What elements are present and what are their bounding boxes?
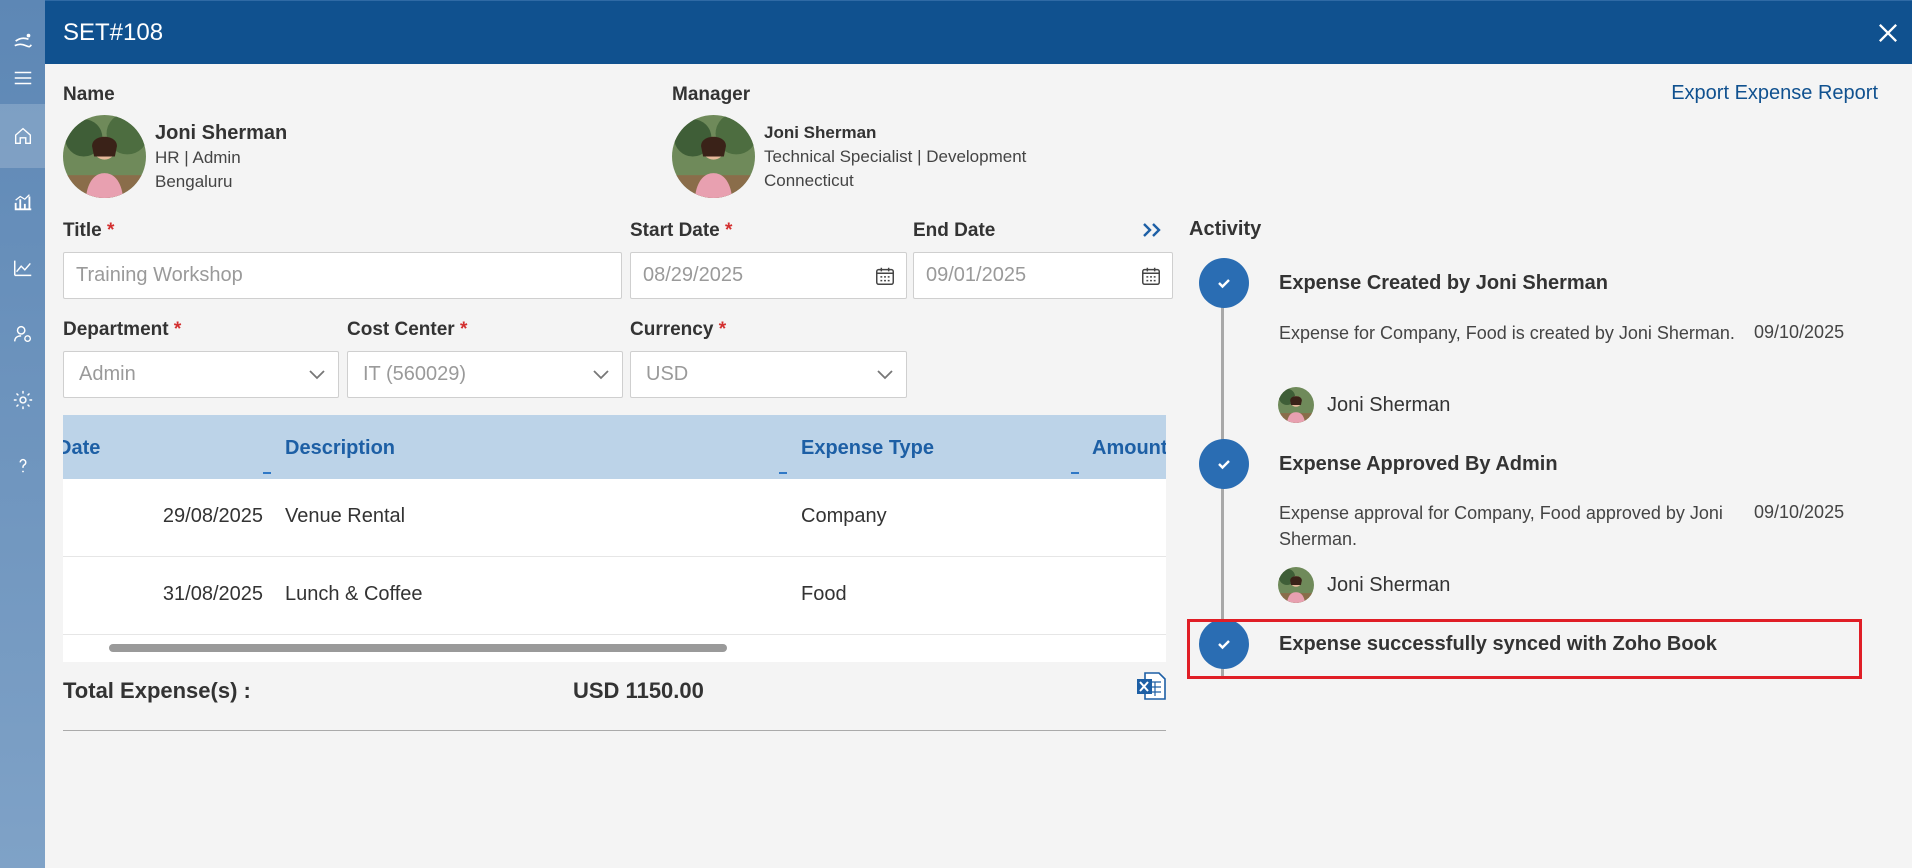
chevron-down-icon [593, 370, 609, 380]
manager-card: Joni Sherman Technical Specialist | Deve… [672, 115, 1026, 198]
activity-step-user: Joni Sherman [1278, 567, 1450, 603]
column-header-expense-type[interactable]: Expense Type [801, 437, 934, 460]
horizontal-scrollbar[interactable] [63, 635, 1166, 662]
logo-icon [0, 28, 45, 56]
calendar-icon[interactable] [1140, 265, 1162, 287]
column-header-date[interactable]: Date [63, 437, 100, 460]
total-expense-label: Total Expense(s) : [63, 678, 251, 703]
cell-date: 29/08/2025 [162, 505, 263, 527]
close-icon[interactable] [1874, 19, 1902, 47]
chevron-down-icon [309, 370, 325, 380]
activity-step-title: Expense Created by Joni Sherman [1279, 272, 1609, 294]
export-expense-report-link[interactable]: Export Expense Report [1671, 82, 1878, 105]
check-icon [1199, 258, 1249, 308]
column-header-amount[interactable]: Amount [1092, 437, 1166, 460]
app-sidebar [0, 0, 45, 868]
start-date-label: Start Date * [630, 220, 733, 241]
activity-step-date: 09/10/2025 [1754, 322, 1845, 342]
table-row[interactable]: 31/08/2025 Lunch & Coffee Food [63, 557, 1166, 635]
panel-title: SET#108 [63, 18, 164, 46]
name-label: Name [63, 84, 115, 105]
employee-card: Joni Sherman HR | Admin Bengaluru [63, 115, 287, 198]
avatar [63, 115, 146, 198]
activity-step-description: Expense approval for Company, Food appro… [1279, 503, 1723, 549]
table-header: Date Description Expense Type Amount [63, 415, 1166, 479]
column-header-description[interactable]: Description [285, 437, 395, 460]
avatar [1278, 387, 1314, 423]
cell-description: Lunch & Coffee [285, 583, 423, 605]
column-resize-handle[interactable] [1071, 472, 1079, 474]
check-icon [1199, 439, 1249, 489]
expand-chevrons-icon[interactable] [1140, 220, 1166, 240]
activity-user-name: Joni Sherman [1327, 573, 1451, 596]
currency-label: Currency * [630, 319, 727, 340]
column-resize-handle[interactable] [779, 472, 787, 474]
expense-detail-panel: SET#108 Name Joni Sherman HR | Admin Ben… [45, 0, 1912, 868]
activity-user-name: Joni Sherman [1327, 393, 1451, 416]
employee-role: HR | Admin [155, 147, 241, 167]
manager-location: Connecticut [764, 170, 854, 190]
highlight-box [1187, 619, 1862, 679]
activity-step-date: 09/10/2025 [1754, 502, 1845, 522]
gear-icon[interactable] [0, 380, 45, 420]
cell-date: 31/08/2025 [162, 583, 263, 605]
expense-table: Date Description Expense Type Amount 29/… [63, 415, 1166, 662]
cost-center-label: Cost Center * [347, 319, 468, 340]
currency-select[interactable]: USD [630, 351, 907, 398]
cell-expense-type: Company [801, 505, 887, 527]
user-settings-icon[interactable] [0, 314, 45, 354]
title-input[interactable]: Training Workshop [63, 252, 622, 299]
title-label: Title * [63, 220, 115, 241]
employee-location: Bengaluru [155, 171, 233, 191]
total-expense-value: USD 1150.00 [573, 678, 704, 703]
cell-expense-type: Food [801, 583, 847, 605]
manager-role: Technical Specialist | Development [764, 146, 1027, 166]
end-date-field[interactable]: 09/01/2025 [913, 252, 1173, 299]
table-row[interactable]: 29/08/2025 Venue Rental Company [63, 479, 1166, 557]
end-date-label: End Date [913, 220, 996, 241]
bar-chart-icon[interactable] [0, 182, 45, 222]
chevron-down-icon [877, 370, 893, 380]
department-label: Department * [63, 319, 182, 340]
excel-export-icon[interactable] [1135, 670, 1167, 702]
column-resize-handle[interactable] [263, 472, 271, 474]
start-date-field[interactable]: 08/29/2025 [630, 252, 907, 299]
home-icon[interactable] [0, 104, 45, 168]
calendar-icon[interactable] [874, 265, 896, 287]
help-icon[interactable] [0, 446, 45, 486]
activity-title: Activity [1189, 218, 1262, 240]
menu-icon[interactable] [0, 58, 45, 98]
manager-label: Manager [672, 84, 751, 105]
department-select[interactable]: Admin [63, 351, 339, 398]
scrollbar-thumb[interactable] [109, 644, 727, 652]
cost-center-select[interactable]: IT (560029) [347, 351, 623, 398]
activity-step-title: Expense Approved By Admin [1279, 453, 1558, 475]
activity-step-user: Joni Sherman [1278, 387, 1450, 423]
manager-name: Joni Sherman [764, 122, 877, 142]
cell-description: Venue Rental [285, 505, 406, 527]
avatar [1278, 567, 1314, 603]
employee-name: Joni Sherman [155, 121, 288, 144]
activity-step-description: Expense for Company, Food is created by … [1279, 323, 1735, 343]
avatar [672, 115, 755, 198]
panel-header: SET#108 [45, 0, 1912, 64]
line-chart-icon[interactable] [0, 248, 45, 288]
divider [63, 730, 1166, 731]
